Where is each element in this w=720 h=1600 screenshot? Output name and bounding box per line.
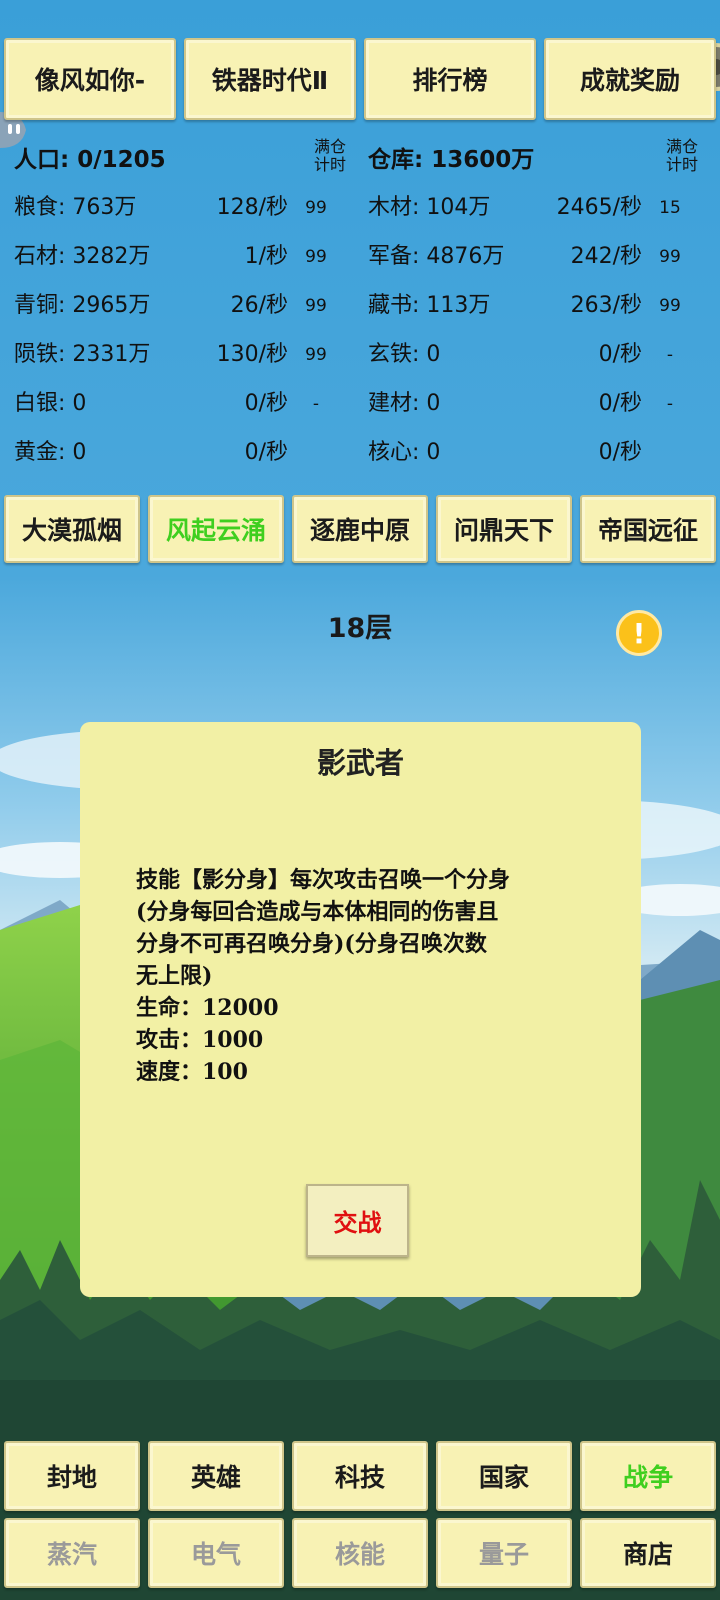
full-timer-label-2: 计时 bbox=[313, 155, 346, 174]
floor-label: 18层 bbox=[327, 613, 393, 644]
exclamation-circle-icon[interactable]: ! bbox=[616, 610, 662, 656]
resource-full-timer: 99 bbox=[659, 247, 681, 267]
resource-name: 木材: 104万 bbox=[368, 195, 491, 220]
nav-shop-button[interactable]: 商店 bbox=[580, 1518, 716, 1588]
resource-full-timer bbox=[650, 433, 690, 473]
resource-rate: 128/秒 bbox=[216, 195, 288, 220]
resource-full-timer bbox=[296, 433, 336, 473]
resource-name: 黄金: 0 bbox=[14, 440, 87, 465]
resource-name: 石材: 3282万 bbox=[14, 244, 151, 269]
warehouse-label: 仓库: 13600万 bbox=[368, 147, 535, 173]
speed-line: 速度：100 bbox=[136, 1059, 248, 1085]
tab-1[interactable]: 大漠孤烟 bbox=[4, 495, 140, 563]
resource-full-timer: 99 bbox=[305, 247, 327, 267]
full-timer-header-left: 满仓 计时 bbox=[310, 138, 350, 174]
resource-rate: 130/秒 bbox=[216, 342, 288, 367]
resource-full-timer: 15 bbox=[659, 198, 681, 218]
era-button[interactable]: 铁器时代Ⅱ bbox=[184, 38, 356, 120]
resource-rate: 242/秒 bbox=[570, 244, 642, 269]
tab-5[interactable]: 帝国远征 bbox=[580, 495, 716, 563]
resource-name: 建材: 0 bbox=[368, 391, 441, 416]
enemy-description: 技能【影分身】每次攻击召唤一个分身 (分身每回合造成与本体相同的伤害且 分身不可… bbox=[136, 864, 586, 1088]
resource-full-timer: - bbox=[666, 394, 674, 414]
resource-rate: 0/秒 bbox=[598, 342, 642, 367]
resource-rate: 26/秒 bbox=[230, 293, 288, 318]
resource-rate: 2465/秒 bbox=[556, 195, 642, 220]
resource-name: 玄铁: 0 bbox=[368, 342, 441, 367]
desc-line: 无上限) bbox=[136, 963, 213, 989]
desc-line: 分身不可再召唤分身)(分身召唤次数 bbox=[136, 931, 487, 957]
resource-rate: 0/秒 bbox=[244, 440, 288, 465]
resource-name: 军备: 4876万 bbox=[368, 244, 505, 269]
full-timer-label-1: 满仓 bbox=[665, 137, 698, 156]
tab-3[interactable]: 逐鹿中原 bbox=[292, 495, 428, 563]
nav-quantum-button[interactable]: 量子 bbox=[436, 1518, 572, 1588]
resource-rate: 0/秒 bbox=[598, 391, 642, 416]
resource-full-timer: 99 bbox=[305, 345, 327, 365]
attack-line: 攻击：1000 bbox=[136, 1027, 264, 1053]
nav-fief-button[interactable]: 封地 bbox=[4, 1441, 140, 1511]
resource-rate: 1/秒 bbox=[244, 244, 288, 269]
fight-button[interactable]: 交战 bbox=[306, 1184, 409, 1257]
desc-line: (分身每回合造成与本体相同的伤害且 bbox=[136, 899, 499, 925]
player-name-button[interactable]: 像风如你- bbox=[4, 38, 176, 120]
full-timer-label-1: 满仓 bbox=[313, 137, 346, 156]
resources-panel: 人口: 0/1205 满仓 计时 仓库: 13600万 满仓 计时 粮食: 76… bbox=[14, 138, 714, 478]
resource-full-timer: 99 bbox=[305, 296, 327, 316]
nav-electric-button[interactable]: 电气 bbox=[148, 1518, 284, 1588]
nav-nuclear-button[interactable]: 核能 bbox=[292, 1518, 428, 1588]
resource-name: 陨铁: 2331万 bbox=[14, 342, 151, 367]
resource-rate: 0/秒 bbox=[244, 391, 288, 416]
nav-tech-button[interactable]: 科技 bbox=[292, 1441, 428, 1511]
hp-line: 生命：12000 bbox=[136, 995, 279, 1021]
tab-4[interactable]: 问鼎天下 bbox=[436, 495, 572, 563]
nav-heroes-button[interactable]: 英雄 bbox=[148, 1441, 284, 1511]
resource-name: 青铜: 2965万 bbox=[14, 293, 151, 318]
resource-name: 核心: 0 bbox=[368, 440, 441, 465]
full-timer-label-2: 计时 bbox=[665, 155, 698, 174]
resource-full-timer: - bbox=[312, 394, 320, 414]
population-label: 人口: 0/1205 bbox=[14, 147, 166, 173]
resource-name: 白银: 0 bbox=[14, 391, 87, 416]
nav-steam-button[interactable]: 蒸汽 bbox=[4, 1518, 140, 1588]
nav-war-button[interactable]: 战争 bbox=[580, 1441, 716, 1511]
achievements-button[interactable]: 成就奖励 bbox=[544, 38, 716, 120]
resource-full-timer: 99 bbox=[659, 296, 681, 316]
desc-line: 技能【影分身】每次攻击召唤一个分身 bbox=[136, 867, 511, 893]
resource-name: 粮食: 763万 bbox=[14, 195, 137, 220]
resource-full-timer: 99 bbox=[305, 198, 327, 218]
resource-name: 藏书: 113万 bbox=[368, 293, 491, 318]
resource-rate: 0/秒 bbox=[598, 440, 642, 465]
resource-rate: 263/秒 bbox=[570, 293, 642, 318]
resource-full-timer: - bbox=[666, 345, 674, 365]
full-timer-header-right: 满仓 计时 bbox=[662, 138, 702, 174]
leaderboard-button[interactable]: 排行榜 bbox=[364, 38, 536, 120]
tab-2[interactable]: 风起云涌 bbox=[148, 495, 284, 563]
enemy-name: 影武者 bbox=[316, 746, 404, 780]
nav-nation-button[interactable]: 国家 bbox=[436, 1441, 572, 1511]
enemy-dialog: 影武者 技能【影分身】每次攻击召唤一个分身 (分身每回合造成与本体相同的伤害且 … bbox=[80, 722, 641, 1297]
